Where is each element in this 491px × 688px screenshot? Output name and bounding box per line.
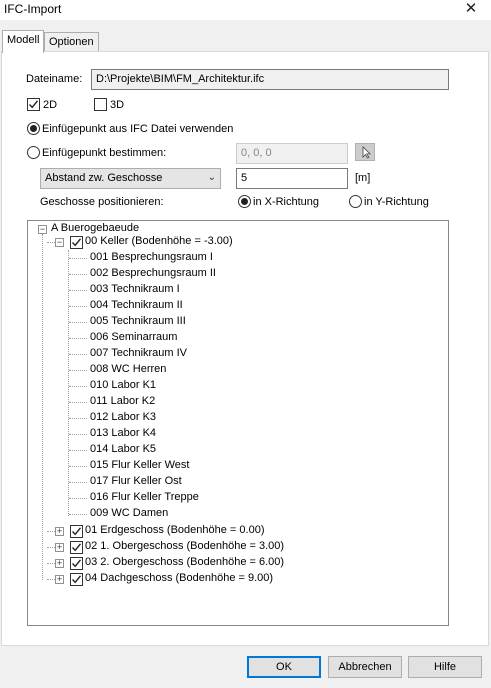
checkbox-2d-label: 2D (43, 99, 58, 111)
storey-checkbox[interactable] (70, 236, 83, 249)
tree-room-item[interactable]: 006 Seminarraum (90, 331, 177, 347)
storey-checkbox[interactable] (70, 525, 83, 538)
cursor-icon (362, 146, 371, 159)
tree-connector (69, 274, 87, 275)
checkmark-icon (71, 527, 82, 536)
checkmark-icon (71, 238, 82, 247)
tree-connector (69, 402, 87, 403)
pick-point-button[interactable] (355, 143, 375, 161)
expand-icon[interactable]: + (55, 575, 64, 584)
radio-ifc-label: Einfügepunkt aus IFC Datei verwenden (42, 123, 234, 135)
tree-room-item[interactable]: 005 Technikraum III (90, 315, 186, 331)
tree-connector (42, 234, 43, 580)
storey-checkbox[interactable] (70, 573, 83, 586)
distance-mode-select[interactable]: Abstand zw. Geschosse ⌄ (40, 168, 221, 189)
radio-custom-label: Einfügepunkt bestimmen: (42, 147, 167, 159)
tree-connector (69, 450, 87, 451)
tree-connector (47, 547, 55, 548)
tree-connector (69, 322, 87, 323)
radio-custom-insertion[interactable] (27, 146, 40, 159)
tree-connector (69, 354, 87, 355)
tree-connector (69, 386, 87, 387)
tree-room-item[interactable]: 001 Besprechungsraum I (90, 251, 213, 267)
tree-connector (69, 306, 87, 307)
tree-connector (69, 418, 87, 419)
checkmark-icon (28, 100, 39, 109)
tree-room-item[interactable]: 002 Besprechungsraum II (90, 267, 216, 283)
file-path-field: D:\Projekte\BIM\FM_Architektur.ifc (91, 69, 449, 90)
title-bar: IFC-Import ✕ (0, 0, 491, 20)
tree-room-item[interactable]: 008 WC Herren (90, 363, 166, 379)
collapse-icon[interactable]: − (38, 225, 47, 234)
tree-room-item[interactable]: 015 Flur Keller West (90, 459, 189, 475)
expand-icon[interactable]: + (55, 559, 64, 568)
radio-x-label: in X-Richtung (253, 196, 320, 208)
tree-connector (69, 370, 87, 371)
tree-storey-label[interactable]: 04 Dachgeschoss (Bodenhöhe = 9.00) (85, 572, 273, 588)
tab-optionen[interactable]: Optionen (44, 32, 99, 52)
tree-storey-label[interactable]: 00 Keller (Bodenhöhe = -3.00) (85, 235, 233, 251)
help-button[interactable]: Hilfe (408, 656, 482, 678)
storey-checkbox[interactable] (70, 557, 83, 570)
tab-modell[interactable]: Modell (2, 30, 45, 53)
tab-strip: Modell Optionen (0, 30, 491, 53)
storey-checkbox[interactable] (70, 541, 83, 554)
tree-storey-label[interactable]: 01 Erdgeschoss (Bodenhöhe = 0.00) (85, 524, 265, 540)
checkmark-icon (71, 575, 82, 584)
close-icon[interactable]: ✕ (461, 0, 481, 18)
tree-room-item[interactable]: 004 Technikraum II (90, 299, 183, 315)
tree-connector (47, 242, 55, 243)
tree-room-item[interactable]: 011 Labor K2 (90, 395, 155, 411)
position-label: Geschosse positionieren: (40, 196, 164, 208)
tree-room-item[interactable]: 013 Labor K4 (90, 427, 156, 443)
radio-x-direction[interactable] (238, 195, 251, 208)
tree-room-item[interactable]: 010 Labor K1 (90, 379, 156, 395)
tree-connector (69, 290, 87, 291)
tree-room-item[interactable]: 012 Labor K3 (90, 411, 156, 427)
tree-room-item[interactable]: 009 WC Damen (90, 507, 168, 523)
cancel-button[interactable]: Abbrechen (328, 656, 402, 678)
checkbox-3d-label: 3D (110, 99, 125, 111)
ok-button[interactable]: OK (247, 656, 321, 678)
tree-connector (69, 498, 87, 499)
tree-connector (69, 258, 87, 259)
radio-y-direction[interactable] (349, 195, 362, 208)
tree-connector (69, 482, 87, 483)
radio-selected-dot (30, 125, 37, 132)
tree-connector (47, 531, 55, 532)
checkmark-icon (71, 543, 82, 552)
distance-unit: [m] (355, 172, 371, 184)
radio-selected-dot (241, 198, 248, 205)
tree-connector (69, 434, 87, 435)
expand-icon[interactable]: + (55, 543, 64, 552)
tree-connector (69, 338, 87, 339)
tree-room-item[interactable]: 017 Flur Keller Ost (90, 475, 182, 491)
distance-mode-value: Abstand zw. Geschosse (45, 172, 163, 184)
distance-input[interactable]: 5 (236, 168, 348, 189)
file-label: Dateiname: (26, 73, 83, 85)
tree-room-item[interactable]: 014 Labor K5 (90, 443, 156, 459)
checkbox-2d[interactable] (27, 98, 40, 111)
tree-storey-label[interactable]: 03 2. Obergeschoss (Bodenhöhe = 6.00) (85, 556, 284, 572)
tree-room-item[interactable]: 007 Technikraum IV (90, 347, 187, 363)
tree-connector (47, 579, 55, 580)
chevron-down-icon: ⌄ (207, 172, 216, 183)
tree-connector (47, 563, 55, 564)
expand-icon[interactable]: + (55, 527, 64, 536)
window-title: IFC-Import (4, 2, 62, 16)
radio-y-label: in Y-Richtung (364, 196, 429, 208)
tree-storey-label[interactable]: 02 1. Obergeschoss (Bodenhöhe = 3.00) (85, 540, 284, 556)
checkbox-3d[interactable] (94, 98, 107, 111)
collapse-icon[interactable]: − (55, 238, 64, 247)
radio-ifc-insertion[interactable] (27, 122, 40, 135)
tree-room-item[interactable]: 003 Technikraum I (90, 283, 180, 299)
tree-connector (69, 514, 87, 515)
insertion-point-field[interactable]: 0, 0, 0 (236, 143, 348, 164)
tree-connector (69, 466, 87, 467)
tree-room-item[interactable]: 016 Flur Keller Treppe (90, 491, 199, 507)
storey-tree[interactable]: − A Buerogebaeude − 00 Keller (Bodenhöhe… (27, 220, 449, 626)
checkmark-icon (71, 559, 82, 568)
